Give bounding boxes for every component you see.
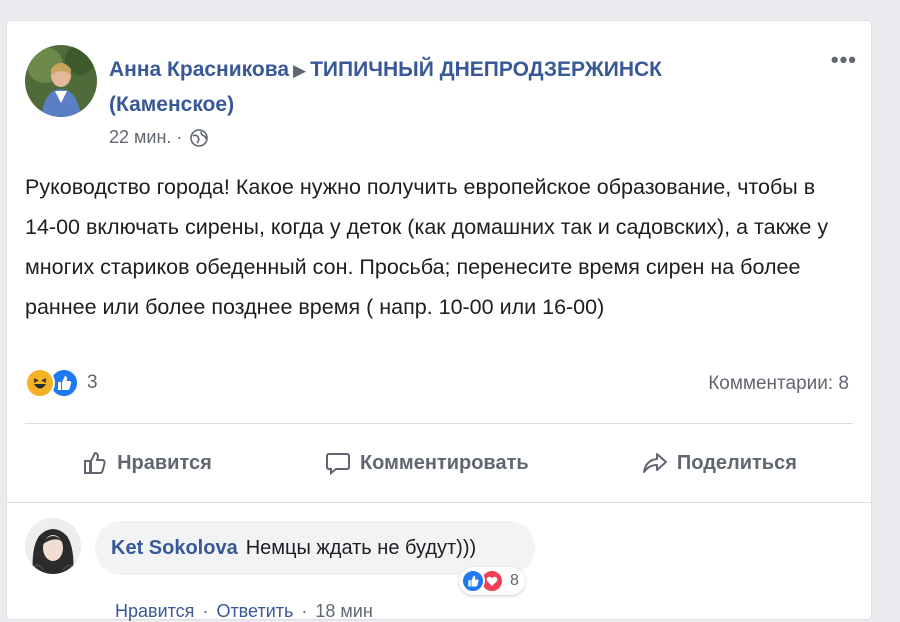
comment-reactions[interactable]: 8 xyxy=(459,567,525,595)
comment-avatar[interactable] xyxy=(25,518,81,574)
divider xyxy=(25,423,853,424)
like-button[interactable]: Нравится xyxy=(81,449,212,477)
post-actions: Нравится Комментировать Поделиться xyxy=(25,441,853,485)
comment-like-link[interactable]: Нравится xyxy=(115,601,194,622)
like-reaction-icon xyxy=(461,569,485,593)
comment-button[interactable]: Комментировать xyxy=(324,449,529,477)
post-text: Руководство города! Какое нужно получить… xyxy=(25,175,829,319)
comment-actions: Нравится · Ответить · 18 мин xyxy=(115,601,373,622)
reaction-count: 3 xyxy=(87,372,98,393)
author-name[interactable]: Анна Красникова xyxy=(109,58,289,81)
comment-reaction-count: 8 xyxy=(510,572,519,589)
comment-reply-link[interactable]: Ответить xyxy=(216,601,293,622)
reactions-summary[interactable]: 3 xyxy=(25,368,98,398)
comment-label: Комментировать xyxy=(359,451,529,474)
comments-divider xyxy=(7,502,871,503)
author-avatar[interactable] xyxy=(25,45,97,117)
separator: · xyxy=(202,601,209,621)
more-icon[interactable]: ••• xyxy=(831,47,857,73)
post-card: Анна Красникова ▶ ТИПИЧНЫЙ ДНЕПРОДЗЕРЖИНСК… xyxy=(6,20,872,622)
comment-author[interactable]: Ket Sokolova xyxy=(111,537,238,560)
thumbs-up-icon xyxy=(84,451,106,474)
comment-time[interactable]: 18 мин xyxy=(315,601,372,622)
share-button[interactable]: Поделиться xyxy=(641,449,797,477)
separator: · xyxy=(301,601,308,621)
comment-icon xyxy=(325,453,350,476)
post-meta: 22 мин. · xyxy=(109,127,209,148)
comment-text: Немцы ждать не будут))) xyxy=(245,536,477,559)
share-icon xyxy=(642,453,667,473)
like-label: Нравится xyxy=(117,451,212,474)
arrow-right-icon: ▶ xyxy=(293,61,307,80)
comments-count[interactable]: Комментарии: 8 xyxy=(708,373,849,395)
globe-icon xyxy=(190,128,209,147)
haha-icon xyxy=(25,368,55,398)
post-header: Анна Красникова ▶ ТИПИЧНЫЙ ДНЕПРОДЗЕРЖИНСК… xyxy=(109,53,769,122)
post-time[interactable]: 22 мин. · xyxy=(109,127,182,148)
share-label: Поделиться xyxy=(676,451,797,474)
